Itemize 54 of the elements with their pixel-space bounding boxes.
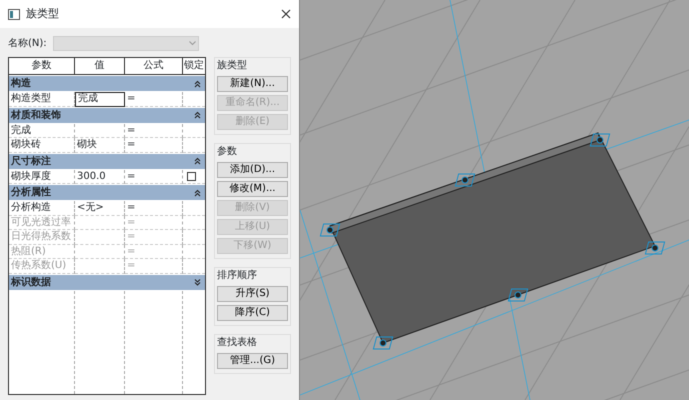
collapse-icon[interactable]	[194, 80, 201, 88]
group-header[interactable]: 标识数据	[9, 274, 205, 290]
column-header[interactable]: 公式	[125, 58, 183, 75]
collapse-icon[interactable]	[194, 157, 201, 165]
parameter-cell: 完成	[9, 124, 75, 138]
close-icon[interactable]	[281, 9, 291, 19]
value-cell[interactable]	[75, 124, 125, 138]
group-title: 材质和装饰	[11, 108, 61, 122]
collapse-icon[interactable]	[194, 188, 201, 196]
formula-cell: =	[125, 244, 183, 259]
name-label: 名称(N):	[8, 37, 47, 51]
formula-cell: =	[125, 92, 183, 106]
expand-icon[interactable]	[194, 278, 201, 286]
group-title: 构造	[11, 76, 31, 91]
column-header[interactable]: 锁定	[183, 58, 205, 75]
formula-cell: =	[125, 138, 183, 152]
dialog-button[interactable]: 升序(S)	[217, 286, 288, 302]
formula-cell: =	[125, 170, 183, 184]
formula-cell: =	[125, 216, 183, 230]
value-cell[interactable]: 砌块	[75, 138, 125, 152]
group-title: 标识数据	[11, 276, 51, 290]
group-title: 分析属性	[11, 186, 51, 200]
formula-cell: =	[125, 201, 183, 216]
parameter-cell: 构造类型	[9, 92, 75, 106]
column-header[interactable]: 值	[75, 58, 125, 75]
dialog-button[interactable]: 降序(C)	[217, 305, 288, 321]
dialog-button[interactable]: 管理...(G)	[217, 353, 288, 369]
dialog-button[interactable]: 修改(M)...	[217, 181, 288, 197]
dialog-button[interactable]: 新建(N)...	[217, 76, 288, 92]
parameter-cell: 日光得热系数	[9, 230, 75, 244]
formula-cell: =	[125, 124, 183, 138]
formula-cell: =	[125, 230, 183, 244]
group-header[interactable]: 材质和装饰	[9, 108, 205, 122]
value-cell[interactable]: <无>	[75, 201, 125, 216]
parameter-cell: 热阻(R)	[9, 244, 75, 259]
group-header[interactable]: 构造	[9, 76, 205, 91]
section-title: 参数	[217, 144, 237, 159]
parameter-cell: 分析构造	[9, 201, 75, 216]
group-header[interactable]: 尺寸标注	[9, 154, 205, 168]
parameter-cell: 传热系数(U)	[9, 259, 75, 274]
value-cell[interactable]: 300.0	[75, 170, 125, 184]
lock-checkbox[interactable]	[187, 172, 196, 180]
group-title: 尺寸标注	[11, 154, 51, 168]
dialog-button[interactable]: 添加(D)...	[217, 162, 288, 178]
formula-cell: =	[125, 259, 183, 274]
parameter-cell: 砌块砖	[9, 138, 75, 152]
parameter-cell: 可见光透过率	[9, 216, 75, 230]
window-icon	[8, 8, 20, 20]
column-header[interactable]: 参数	[9, 58, 75, 75]
collapse-icon[interactable]	[194, 111, 201, 119]
group-header[interactable]: 分析属性	[9, 185, 205, 200]
parameter-cell: 砌块厚度	[9, 170, 75, 184]
value-cell[interactable]: 完成	[75, 92, 125, 106]
window-title: 族类型	[26, 6, 60, 22]
